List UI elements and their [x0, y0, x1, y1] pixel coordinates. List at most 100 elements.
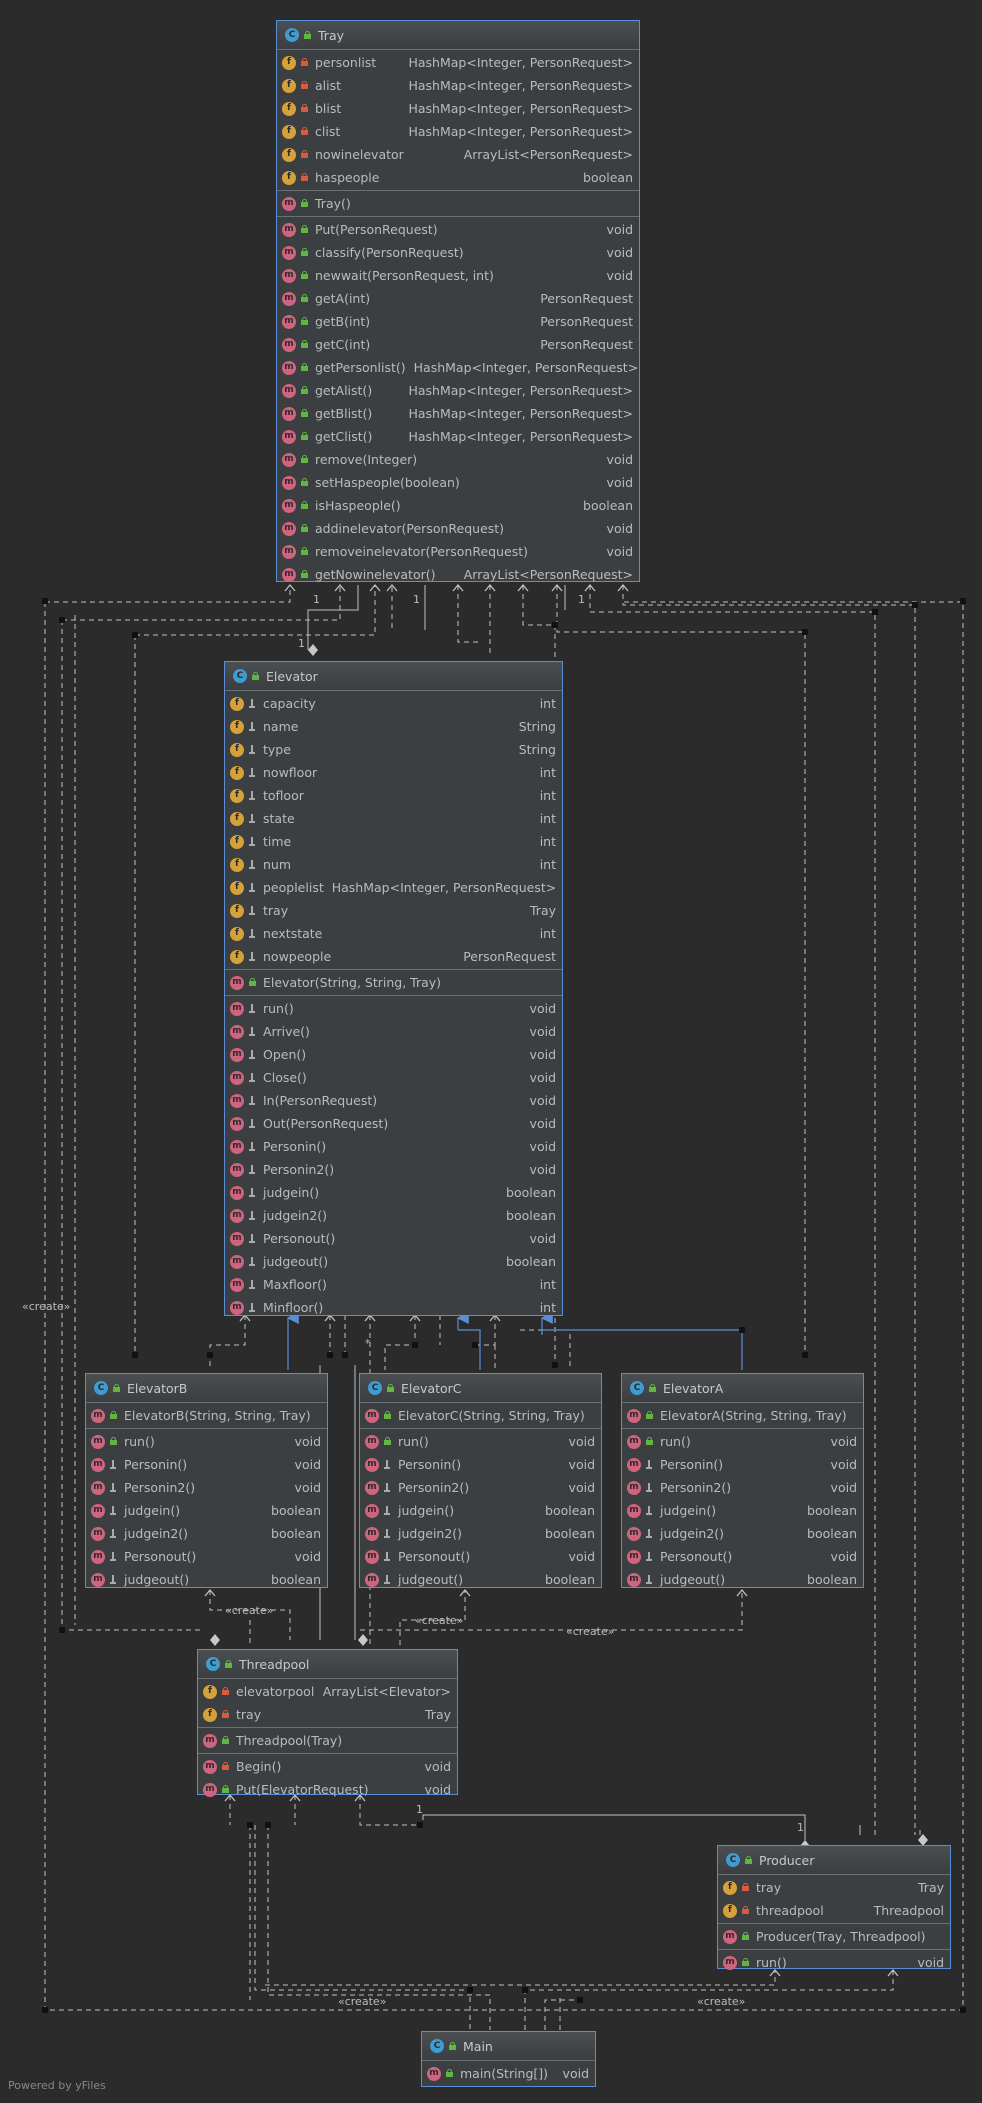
method-row[interactable]: m getB(int) PersonRequest	[277, 310, 639, 333]
method-row[interactable]: m judgeout() boolean	[622, 1568, 863, 1591]
field-row[interactable]: f num int	[225, 853, 562, 876]
method-row[interactable]: m Personin2() void	[622, 1476, 863, 1499]
field-row[interactable]: f alist HashMap<Integer, PersonRequest>	[277, 74, 639, 97]
method-row[interactable]: m isHaspeople() boolean	[277, 494, 639, 517]
method-row[interactable]: m main(String[]) void	[422, 2062, 595, 2085]
class-elevatorA[interactable]: C ElevatorA m ElevatorA(String, String, T…	[621, 1373, 864, 1588]
field-row[interactable]: f nowinelevator ArrayList<PersonRequest>	[277, 143, 639, 166]
method-row[interactable]: m Minfloor() int	[225, 1296, 562, 1319]
field-row[interactable]: f type String	[225, 738, 562, 761]
class-threadpool[interactable]: C Threadpool f elevatorpool ArrayList<Elev…	[197, 1649, 458, 1797]
method-row[interactable]: m judgeout() boolean	[225, 1250, 562, 1273]
member-type: void	[294, 1457, 321, 1472]
method-row[interactable]: m judgein2() boolean	[86, 1522, 327, 1545]
method-row[interactable]: m Put(ElevatorRequest) void	[198, 1778, 457, 1801]
field-row[interactable]: f threadpool Threadpool	[718, 1899, 950, 1922]
method-row[interactable]: m addinelevator(PersonRequest) void	[277, 517, 639, 540]
method-row[interactable]: m Personin() void	[225, 1135, 562, 1158]
method-row[interactable]: m Maxfloor() int	[225, 1273, 562, 1296]
method-row[interactable]: m getC(int) PersonRequest	[277, 333, 639, 356]
method-row[interactable]: m Personin2() void	[225, 1158, 562, 1181]
method-row[interactable]: m Personout() void	[360, 1545, 601, 1568]
method-icon: m	[230, 1254, 244, 1269]
method-row[interactable]: m newwait(PersonRequest, int) void	[277, 264, 639, 287]
method-row[interactable]: m run() void	[622, 1430, 863, 1453]
method-row[interactable]: m setHaspeople(boolean) void	[277, 471, 639, 494]
method-row[interactable]: m judgein() boolean	[225, 1181, 562, 1204]
method-row[interactable]: m getAlist() HashMap<Integer, PersonReques…	[277, 379, 639, 402]
member-name: haspeople	[315, 170, 380, 185]
method-row[interactable]: m judgein() boolean	[360, 1499, 601, 1522]
method-row[interactable]: m run() void	[86, 1430, 327, 1453]
method-row[interactable]: m ElevatorB(String, String, Tray)	[86, 1404, 327, 1427]
method-row[interactable]: m Personout() void	[225, 1227, 562, 1250]
method-row[interactable]: m Personout() void	[86, 1545, 327, 1568]
method-row[interactable]: m judgein2() boolean	[360, 1522, 601, 1545]
field-row[interactable]: f nowfloor int	[225, 761, 562, 784]
class-elevator[interactable]: C Elevator f capacity int f name String f type S…	[224, 661, 563, 1316]
method-row[interactable]: m Tray()	[277, 192, 639, 215]
field-row[interactable]: f capacity int	[225, 692, 562, 715]
field-row[interactable]: f tray Tray	[718, 1876, 950, 1899]
method-row[interactable]: m Personin() void	[86, 1453, 327, 1476]
class-elevatorC[interactable]: C ElevatorC m ElevatorC(String, String, T…	[359, 1373, 602, 1588]
method-row[interactable]: m run() void	[225, 997, 562, 1020]
method-row[interactable]: m classify(PersonRequest) void	[277, 241, 639, 264]
method-row[interactable]: m Open() void	[225, 1043, 562, 1066]
method-row[interactable]: m Personin() void	[622, 1453, 863, 1476]
class-elevatorB[interactable]: C ElevatorB m ElevatorB(String, String, T…	[85, 1373, 328, 1588]
method-row[interactable]: m Personin() void	[360, 1453, 601, 1476]
method-row[interactable]: m removeinelevator(PersonRequest) void	[277, 540, 639, 563]
method-row[interactable]: m Personin2() void	[86, 1476, 327, 1499]
method-row[interactable]: m Begin() void	[198, 1755, 457, 1778]
method-row[interactable]: m judgein2() boolean	[622, 1522, 863, 1545]
method-row[interactable]: m Personout() void	[622, 1545, 863, 1568]
method-row[interactable]: m judgein() boolean	[86, 1499, 327, 1522]
method-icon: m	[365, 1457, 379, 1472]
method-row[interactable]: m judgein() boolean	[622, 1499, 863, 1522]
method-row[interactable]: m getA(int) PersonRequest	[277, 287, 639, 310]
method-row[interactable]: m Close() void	[225, 1066, 562, 1089]
public-icon	[448, 2041, 457, 2051]
method-row[interactable]: m Arrive() void	[225, 1020, 562, 1043]
method-row[interactable]: m judgeout() boolean	[360, 1568, 601, 1591]
method-row[interactable]: m getBlist() HashMap<Integer, PersonReques…	[277, 402, 639, 425]
class-main[interactable]: C Main m main(String[]) void	[421, 2031, 596, 2087]
package-icon	[248, 906, 257, 915]
class-producer[interactable]: C Producer f tray Tray f threadpool Threadpoo…	[717, 1845, 951, 1970]
method-row[interactable]: m judgein2() boolean	[225, 1204, 562, 1227]
field-row[interactable]: f tofloor int	[225, 784, 562, 807]
field-row[interactable]: f peoplelist HashMap<Integer, PersonReques…	[225, 876, 562, 899]
method-row[interactable]: m Personin2() void	[360, 1476, 601, 1499]
method-row[interactable]: m Threadpool(Tray)	[198, 1729, 457, 1752]
method-row[interactable]: m run() void	[360, 1430, 601, 1453]
method-row[interactable]: m remove(Integer) void	[277, 448, 639, 471]
method-row[interactable]: m Producer(Tray, Threadpool)	[718, 1925, 950, 1948]
method-icon: m	[282, 544, 296, 559]
field-row[interactable]: f nowpeople PersonRequest	[225, 945, 562, 968]
field-row[interactable]: f clist HashMap<Integer, PersonRequest>	[277, 120, 639, 143]
method-row[interactable]: m getClist() HashMap<Integer, PersonReques…	[277, 425, 639, 448]
method-row[interactable]: m run() void	[718, 1951, 950, 1974]
field-row[interactable]: f haspeople boolean	[277, 166, 639, 189]
field-row[interactable]: f time int	[225, 830, 562, 853]
method-row[interactable]: m Put(PersonRequest) void	[277, 218, 639, 241]
method-row[interactable]: m In(PersonRequest) void	[225, 1089, 562, 1112]
method-row[interactable]: m getPersonlist() HashMap<Integer, PersonR…	[277, 356, 639, 379]
field-row[interactable]: f blist HashMap<Integer, PersonRequest>	[277, 97, 639, 120]
method-row[interactable]: m getNowinelevator() ArrayList<PersonReque…	[277, 563, 639, 586]
method-row[interactable]: m judgeout() boolean	[86, 1568, 327, 1591]
field-row[interactable]: f state int	[225, 807, 562, 830]
method-row[interactable]: m Out(PersonRequest) void	[225, 1112, 562, 1135]
method-row[interactable]: m ElevatorA(String, String, Tray)	[622, 1404, 863, 1427]
field-row[interactable]: f name String	[225, 715, 562, 738]
method-icon: m	[723, 1929, 737, 1944]
class-tray[interactable]: C Tray f personlist HashMap<Integer, Perso…	[276, 20, 640, 582]
field-row[interactable]: f elevatorpool ArrayList<Elevator>	[198, 1680, 457, 1703]
field-row[interactable]: f nextstate int	[225, 922, 562, 945]
method-row[interactable]: m Elevator(String, String, Tray)	[225, 971, 562, 994]
field-row[interactable]: f tray Tray	[225, 899, 562, 922]
method-row[interactable]: m ElevatorC(String, String, Tray)	[360, 1404, 601, 1427]
field-row[interactable]: f tray Tray	[198, 1703, 457, 1726]
field-row[interactable]: f personlist HashMap<Integer, PersonReques…	[277, 51, 639, 74]
